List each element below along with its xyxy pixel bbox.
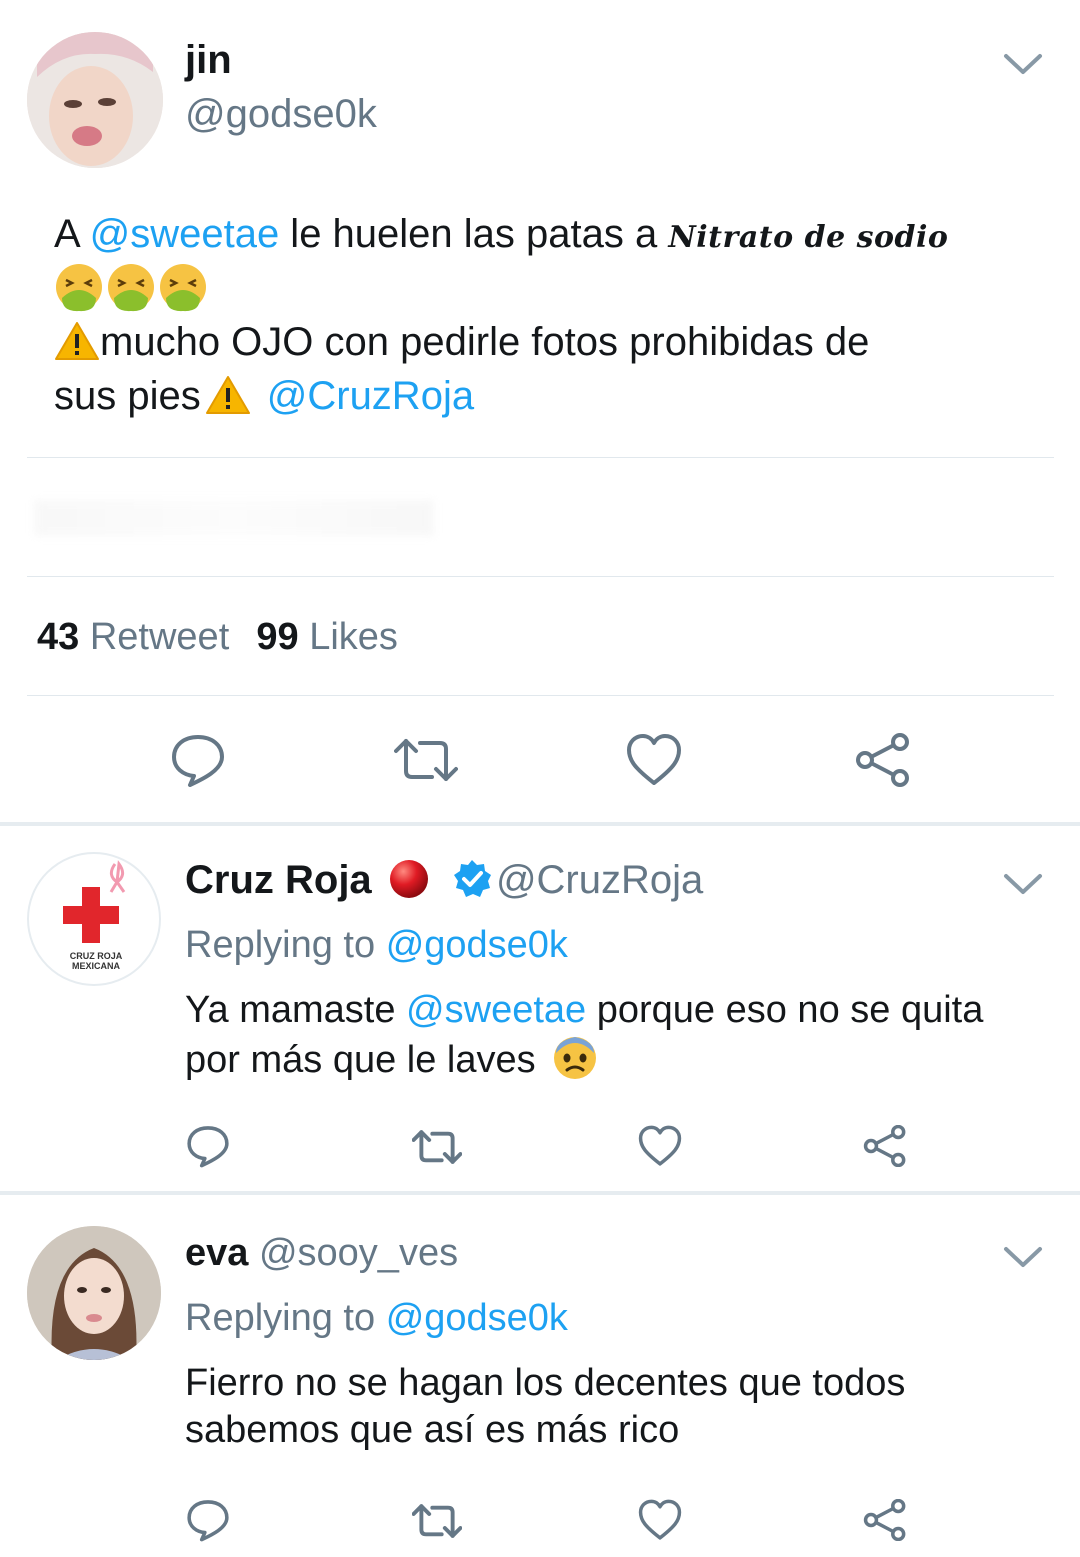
author-line: Cruz Roja @CruzRoja	[185, 858, 703, 903]
reply-text: Fierro no se hagan los decentes que todo…	[185, 1360, 1065, 1454]
mention-link[interactable]: @sweetae	[406, 989, 586, 1031]
tweet-text-line-2: mucho OJO con pedirle fotos prohibidas d…	[54, 316, 1054, 369]
author-line: eva @sooy_ves	[185, 1232, 458, 1275]
like-icon[interactable]	[638, 1499, 682, 1541]
retweet-icon[interactable]	[394, 735, 458, 785]
avatar-caption: CRUZ ROJA MEXICANA	[69, 951, 123, 971]
reply-text: Ya mamaste @sweetae porque eso no se qui…	[185, 985, 1065, 1085]
reply-text-part: sabemos que así es más rico	[185, 1409, 680, 1451]
like-icon[interactable]	[638, 1125, 682, 1167]
author-handle[interactable]: @godse0k	[185, 92, 377, 137]
share-icon[interactable]	[855, 733, 911, 787]
chevron-down-icon[interactable]	[1003, 872, 1043, 896]
fearful-face-emoji	[554, 1036, 597, 1079]
timestamp-blurred	[34, 500, 434, 536]
emoji-row	[54, 262, 210, 312]
avatar-photo	[27, 1226, 161, 1360]
reply-icon[interactable]	[186, 1498, 230, 1542]
mention-link[interactable]: @sweetae	[90, 212, 280, 256]
chevron-down-icon[interactable]	[1003, 1245, 1043, 1269]
red-circle-emoji	[389, 860, 428, 899]
author-name[interactable]: Cruz Roja	[185, 858, 372, 902]
like-icon[interactable]	[626, 733, 682, 787]
author-name[interactable]: eva	[185, 1232, 248, 1274]
reply-text-part: porque eso no se quita	[586, 989, 984, 1031]
divider	[27, 695, 1054, 696]
replying-to-link[interactable]: @godse0k	[386, 924, 568, 966]
warning-icon	[205, 376, 250, 415]
replying-to-link[interactable]: @godse0k	[386, 1297, 568, 1339]
script-text: Nitrato de sodio	[668, 220, 949, 255]
tweet-text-part: A	[54, 212, 90, 256]
replying-to: Replying to @godse0k	[185, 1297, 568, 1340]
author-name[interactable]: jin	[185, 38, 232, 83]
nauseated-face-emoji	[56, 264, 102, 312]
tweet-separator	[0, 1191, 1080, 1195]
tweet-text-part: mucho OJO con pedirle fotos prohibidas d…	[100, 320, 870, 364]
likes-label[interactable]: Likes	[309, 616, 398, 658]
likes-count[interactable]: 99	[256, 616, 298, 658]
nauseated-face-emoji	[160, 264, 206, 312]
author-handle[interactable]: @CruzRoja	[496, 858, 703, 902]
reply-text-part: Fierro no se hagan los decentes que todo…	[185, 1362, 906, 1404]
mention-link[interactable]: @CruzRoja	[267, 374, 474, 418]
verified-badge-icon	[453, 860, 491, 898]
warning-icon	[55, 322, 99, 361]
nauseated-face-emoji	[108, 264, 154, 312]
retweet-count[interactable]: 43	[37, 616, 79, 658]
retweet-icon[interactable]	[412, 1127, 462, 1167]
avatar-photo	[27, 32, 163, 168]
retweet-icon[interactable]	[412, 1501, 462, 1541]
tweet-text-part: sus pies	[54, 374, 201, 418]
tweet-text-line-3: sus pies @CruzRoja	[54, 370, 1054, 423]
tweet-stats: 43 Retweet 99 Likes	[37, 616, 398, 659]
reply-text-part: por más que le laves	[185, 1039, 536, 1081]
share-icon[interactable]	[863, 1125, 907, 1167]
reply-icon[interactable]	[170, 732, 226, 788]
tweet-text: A @sweetae le huelen las patas a Nitrato…	[54, 208, 1054, 264]
tweet-separator	[0, 822, 1080, 826]
reply-text-part: Ya mamaste	[185, 989, 407, 1031]
reply-icon[interactable]	[186, 1124, 230, 1168]
tweet-text-part: le huelen las patas a	[279, 212, 669, 256]
avatar[interactable]: CRUZ ROJA MEXICANA	[27, 852, 161, 986]
replying-label: Replying to	[185, 1297, 376, 1339]
share-icon[interactable]	[863, 1499, 907, 1541]
retweet-label[interactable]: Retweet	[90, 616, 229, 658]
replying-to: Replying to @godse0k	[185, 924, 568, 967]
divider	[27, 457, 1054, 458]
avatar[interactable]	[27, 32, 163, 168]
avatar[interactable]	[27, 1226, 161, 1360]
author-handle[interactable]: @sooy_ves	[259, 1232, 458, 1274]
replying-label: Replying to	[185, 924, 376, 966]
divider	[27, 576, 1054, 577]
chevron-down-icon[interactable]	[1003, 52, 1043, 76]
